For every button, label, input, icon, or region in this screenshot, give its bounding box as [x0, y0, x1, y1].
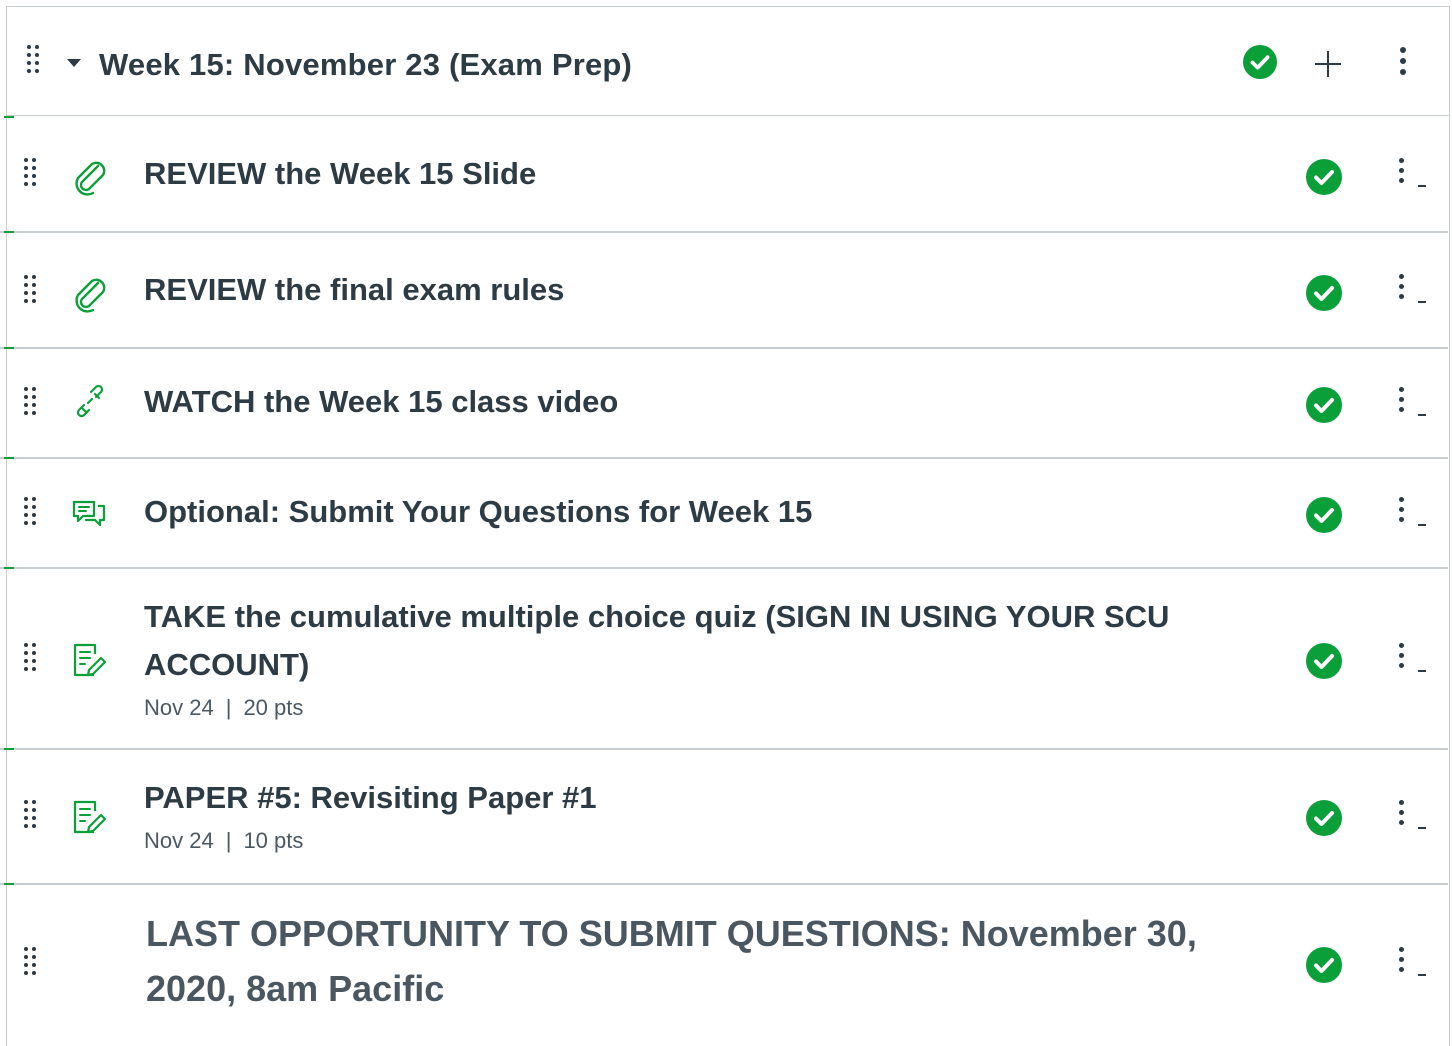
item-menu-icon[interactable]	[1398, 800, 1406, 832]
assignment-icon	[70, 641, 110, 681]
points: 10 pts	[243, 828, 304, 853]
link-icon	[70, 383, 110, 423]
item-title[interactable]: TAKE the cumulative multiple choice quiz…	[144, 593, 1234, 689]
drag-handle-icon[interactable]	[24, 158, 44, 194]
item-title[interactable]: WATCH the Week 15 class video	[144, 378, 618, 426]
published-check-icon[interactable]	[1306, 275, 1342, 311]
item-menu-icon[interactable]	[1398, 274, 1406, 306]
item-menu-icon[interactable]	[1398, 158, 1406, 190]
item-menu-icon[interactable]	[1398, 387, 1406, 419]
item-menu-icon[interactable]	[1398, 643, 1406, 675]
list-item[interactable]: PAPER #5: Revisiting Paper #1 Nov 24 | 10 …	[0, 748, 1448, 885]
list-item[interactable]: Optional: Submit Your Questions for Week…	[0, 457, 1448, 569]
subheader-item[interactable]: LAST OPPORTUNITY TO SUBMIT QUESTIONS: No…	[0, 883, 1448, 1045]
item-title[interactable]: PAPER #5: Revisiting Paper #1	[144, 774, 597, 822]
published-check-icon[interactable]	[1306, 800, 1342, 836]
paperclip-icon	[70, 156, 110, 196]
discussion-icon	[70, 495, 110, 535]
item-title[interactable]: Optional: Submit Your Questions for Week…	[144, 488, 812, 536]
published-check-icon[interactable]	[1306, 497, 1342, 533]
module-header[interactable]: Week 15: November 23 (Exam Prep)	[6, 6, 1450, 116]
assignment-icon	[70, 798, 110, 838]
add-item-button[interactable]	[1313, 49, 1343, 79]
paperclip-icon	[70, 273, 110, 313]
subheader-title[interactable]: LAST OPPORTUNITY TO SUBMIT QUESTIONS: No…	[146, 906, 1246, 1016]
module-menu-icon[interactable]	[1399, 47, 1407, 79]
published-check-icon[interactable]	[1306, 643, 1342, 679]
meta-separator: |	[225, 828, 232, 853]
drag-handle-icon[interactable]	[24, 643, 44, 679]
meta-separator: |	[225, 695, 232, 720]
list-item[interactable]: WATCH the Week 15 class video	[0, 347, 1448, 459]
list-item[interactable]: REVIEW the Week 15 Slide	[0, 116, 1448, 233]
caret-down-icon[interactable]	[67, 59, 81, 67]
list-item[interactable]: REVIEW the final exam rules	[0, 231, 1448, 349]
item-meta: Nov 24 | 20 pts	[144, 695, 303, 721]
list-item[interactable]: TAKE the cumulative multiple choice quiz…	[0, 567, 1448, 750]
item-menu-icon[interactable]	[1398, 947, 1406, 979]
due-date: Nov 24	[144, 828, 214, 853]
drag-handle-icon[interactable]	[24, 497, 44, 533]
drag-handle-icon[interactable]	[24, 947, 44, 983]
item-menu-icon[interactable]	[1398, 497, 1406, 529]
drag-handle-icon[interactable]	[27, 45, 47, 81]
item-title[interactable]: REVIEW the final exam rules	[144, 266, 564, 314]
published-check-icon[interactable]	[1306, 947, 1342, 983]
item-meta: Nov 24 | 10 pts	[144, 828, 303, 854]
due-date: Nov 24	[144, 695, 214, 720]
item-title[interactable]: REVIEW the Week 15 Slide	[144, 150, 536, 198]
module-title[interactable]: Week 15: November 23 (Exam Prep)	[99, 47, 632, 83]
drag-handle-icon[interactable]	[24, 800, 44, 836]
published-check-icon[interactable]	[1306, 159, 1342, 195]
published-check-icon[interactable]	[1243, 45, 1277, 79]
published-check-icon[interactable]	[1306, 387, 1342, 423]
points: 20 pts	[243, 695, 304, 720]
drag-handle-icon[interactable]	[24, 275, 44, 311]
drag-handle-icon[interactable]	[24, 387, 44, 423]
